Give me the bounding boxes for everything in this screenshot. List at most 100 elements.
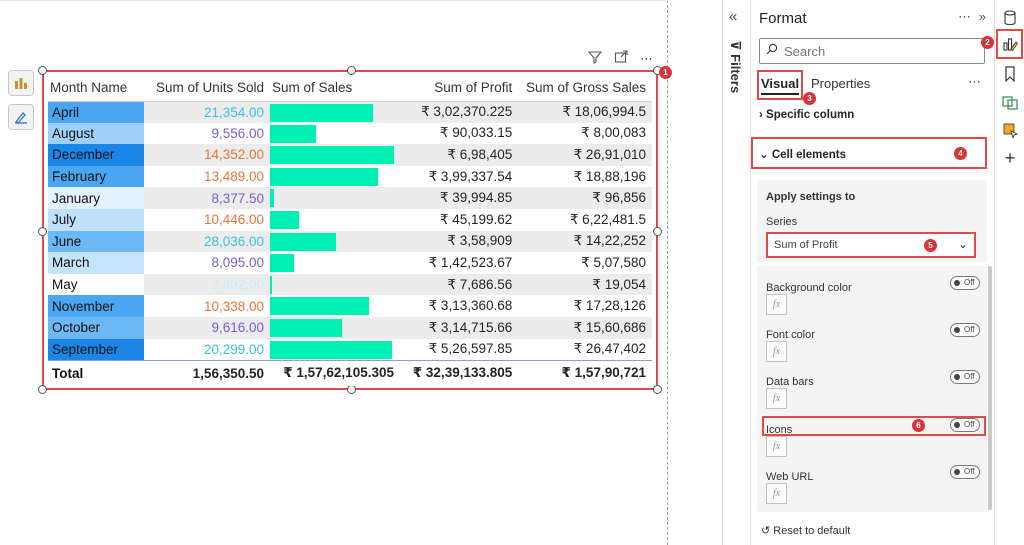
data-pane-icon[interactable]: [1000, 8, 1020, 28]
units-cell: 10,338.00: [144, 295, 270, 317]
report-canvas[interactable]: ⋯ 1 Month Name Sum of Units Sold Sum of …: [0, 0, 672, 545]
resize-handle-top-left[interactable]: [38, 66, 47, 75]
bookmark-icon[interactable]: [1000, 64, 1020, 84]
resize-handle-bottom[interactable]: [347, 385, 356, 394]
setting-background-color: Background color Off fx: [766, 276, 980, 315]
profit-cell: ₹ 3,13,360.68: [400, 295, 519, 317]
data-bars-toggle[interactable]: Off: [950, 370, 980, 384]
month-cell: April: [48, 101, 144, 123]
table-row[interactable]: February 13,489.00 ₹ 3,99,337.54 ₹ 18,88,19…: [48, 165, 652, 188]
resize-handle-left[interactable]: [38, 227, 47, 236]
focus-mode-icon[interactable]: [614, 50, 628, 67]
fx-icon[interactable]: fx: [766, 341, 787, 362]
format-search-box[interactable]: [759, 38, 985, 64]
sales-cell: [270, 295, 400, 317]
filters-label[interactable]: ⊽ Filters: [728, 40, 743, 93]
more-options-icon[interactable]: ⋯: [958, 9, 973, 24]
format-pane-icon[interactable]: [1000, 34, 1020, 54]
cell-elements-section[interactable]: ⌄ Cell elements: [759, 147, 846, 161]
resize-handle-right[interactable]: [653, 227, 662, 236]
fx-icon[interactable]: fx: [766, 388, 787, 409]
gross-sales-cell: ₹ 8,00,083: [518, 122, 652, 145]
fx-icon[interactable]: fx: [766, 483, 787, 504]
table-row[interactable]: August 9,556.00 ₹ 90,033.15 ₹ 8,00,083: [48, 122, 652, 145]
sales-cell: [270, 187, 400, 209]
cell-element-settings-card: Background color Off fx Font color Off f…: [757, 266, 987, 512]
resize-handle-bottom-left[interactable]: [38, 385, 47, 394]
units-cell: 9,556.00: [144, 122, 270, 145]
step-badge-5: 5: [924, 239, 937, 252]
profit-cell: ₹ 1,42,523.67: [400, 252, 519, 274]
month-cell: March: [48, 252, 144, 274]
search-icon: [766, 42, 778, 60]
gross-sales-cell: ₹ 19,054: [518, 273, 652, 296]
apply-settings-label: Apply settings to: [766, 191, 856, 203]
month-cell: May: [48, 273, 144, 296]
format-visual-icon[interactable]: [8, 104, 34, 130]
more-options-icon[interactable]: ⋯: [640, 51, 653, 67]
search-input[interactable]: [784, 43, 964, 59]
sales-data-bar: [270, 103, 373, 122]
units-cell: 28,036.00: [144, 230, 270, 253]
build-visual-icon[interactable]: [8, 70, 34, 96]
fx-icon[interactable]: fx: [766, 436, 787, 457]
format-pane-scrollbar[interactable]: [988, 266, 992, 510]
sales-cell: [270, 338, 400, 361]
visual-side-tools: [8, 70, 36, 138]
gross-sales-cell: ₹ 26,91,010: [518, 144, 652, 166]
font-color-toggle[interactable]: Off: [950, 323, 980, 337]
series-dropdown[interactable]: Sum of Profit ⌄ 5: [766, 232, 976, 258]
table-row[interactable]: May 2,392.00 ₹ 7,686.56 ₹ 19,054: [48, 273, 652, 296]
profit-cell: ₹ 7,686.56: [400, 273, 519, 296]
column-header-profit[interactable]: Sum of Profit: [400, 74, 519, 102]
tab-visual[interactable]: Visual: [761, 76, 800, 95]
fx-icon[interactable]: fx: [766, 294, 787, 315]
cell-elements-label: Cell elements: [771, 149, 846, 161]
column-header-sales[interactable]: Sum of Sales: [270, 74, 400, 102]
filter-icon[interactable]: [587, 50, 603, 67]
gross-sales-cell: ₹ 15,60,686: [518, 316, 652, 339]
table-row[interactable]: March 8,095.00 ₹ 1,42,523.67 ₹ 5,07,580: [48, 252, 652, 274]
sales-data-bar: [270, 297, 370, 316]
resize-handle-bottom-right[interactable]: [653, 385, 662, 394]
canvas-top-border: [0, 0, 668, 1]
table-row[interactable]: January 8,377.50 ₹ 39,994.85 ₹ 96,856: [48, 187, 652, 209]
table-row[interactable]: September 20,299.00 ₹ 5,26,597.85 ₹ 26,47,4…: [48, 338, 652, 361]
tab-properties[interactable]: Properties: [811, 76, 870, 91]
specific-column-section[interactable]: › Specific column: [759, 109, 854, 121]
total-profit: ₹ 32,39,133.805: [400, 359, 519, 387]
table-row[interactable]: April 21,354.00 ₹ 3,02,370.225 ₹ 18,06,994.…: [48, 101, 652, 123]
filter-icon: ⊽: [728, 40, 743, 55]
selection-pane-icon[interactable]: [1000, 120, 1020, 140]
sync-slicers-icon[interactable]: [1000, 92, 1020, 112]
expand-filters-icon[interactable]: «: [729, 8, 737, 25]
total-gross: ₹ 1,57,90,721: [518, 359, 652, 387]
table-header-row: Month Name Sum of Units Sold Sum of Sale…: [48, 74, 652, 102]
table-row[interactable]: October 9,616.00 ₹ 3,14,715.66 ₹ 15,60,686: [48, 316, 652, 339]
reset-to-default-button[interactable]: ↺ Reset to default: [761, 524, 850, 537]
table-row[interactable]: July 10,446.00 ₹ 45,199.62 ₹ 6,22,481.5: [48, 208, 652, 231]
table-visual[interactable]: 1 Month Name Sum of Units Sold Sum of Sa…: [38, 66, 672, 394]
filters-pane-collapsed[interactable]: « ⊽ Filters: [722, 0, 750, 545]
table-row[interactable]: June 28,036.00 ₹ 3,58,909 ₹ 14,22,252: [48, 230, 652, 253]
sales-data-bar: [270, 340, 392, 359]
collapse-pane-icon[interactable]: »: [979, 9, 988, 24]
units-cell: 2,392.00: [144, 273, 270, 296]
sales-data-bar: [270, 254, 294, 273]
column-header-units[interactable]: Sum of Units Sold: [144, 74, 270, 102]
sales-data-bar: [270, 275, 273, 294]
table-row[interactable]: December 14,352.00 ₹ 6,98,405 ₹ 26,91,010: [48, 144, 652, 166]
column-header-gross[interactable]: Sum of Gross Sales: [518, 74, 652, 102]
month-cell: January: [48, 187, 144, 209]
more-options-icon[interactable]: ⋯: [968, 74, 981, 90]
sales-data-bar: [270, 318, 342, 337]
column-header-month[interactable]: Month Name: [48, 74, 144, 102]
step-badge-1: 1: [659, 66, 672, 79]
table-row[interactable]: November 10,338.00 ₹ 3,13,360.68 ₹ 17,28,12…: [48, 295, 652, 317]
web-url-toggle[interactable]: Off: [950, 465, 980, 479]
add-pane-icon[interactable]: +: [1000, 148, 1020, 168]
sales-cell: [270, 273, 400, 296]
month-cell: February: [48, 165, 144, 188]
background-color-toggle[interactable]: Off: [950, 276, 980, 290]
gross-sales-cell: ₹ 14,22,252: [518, 230, 652, 253]
